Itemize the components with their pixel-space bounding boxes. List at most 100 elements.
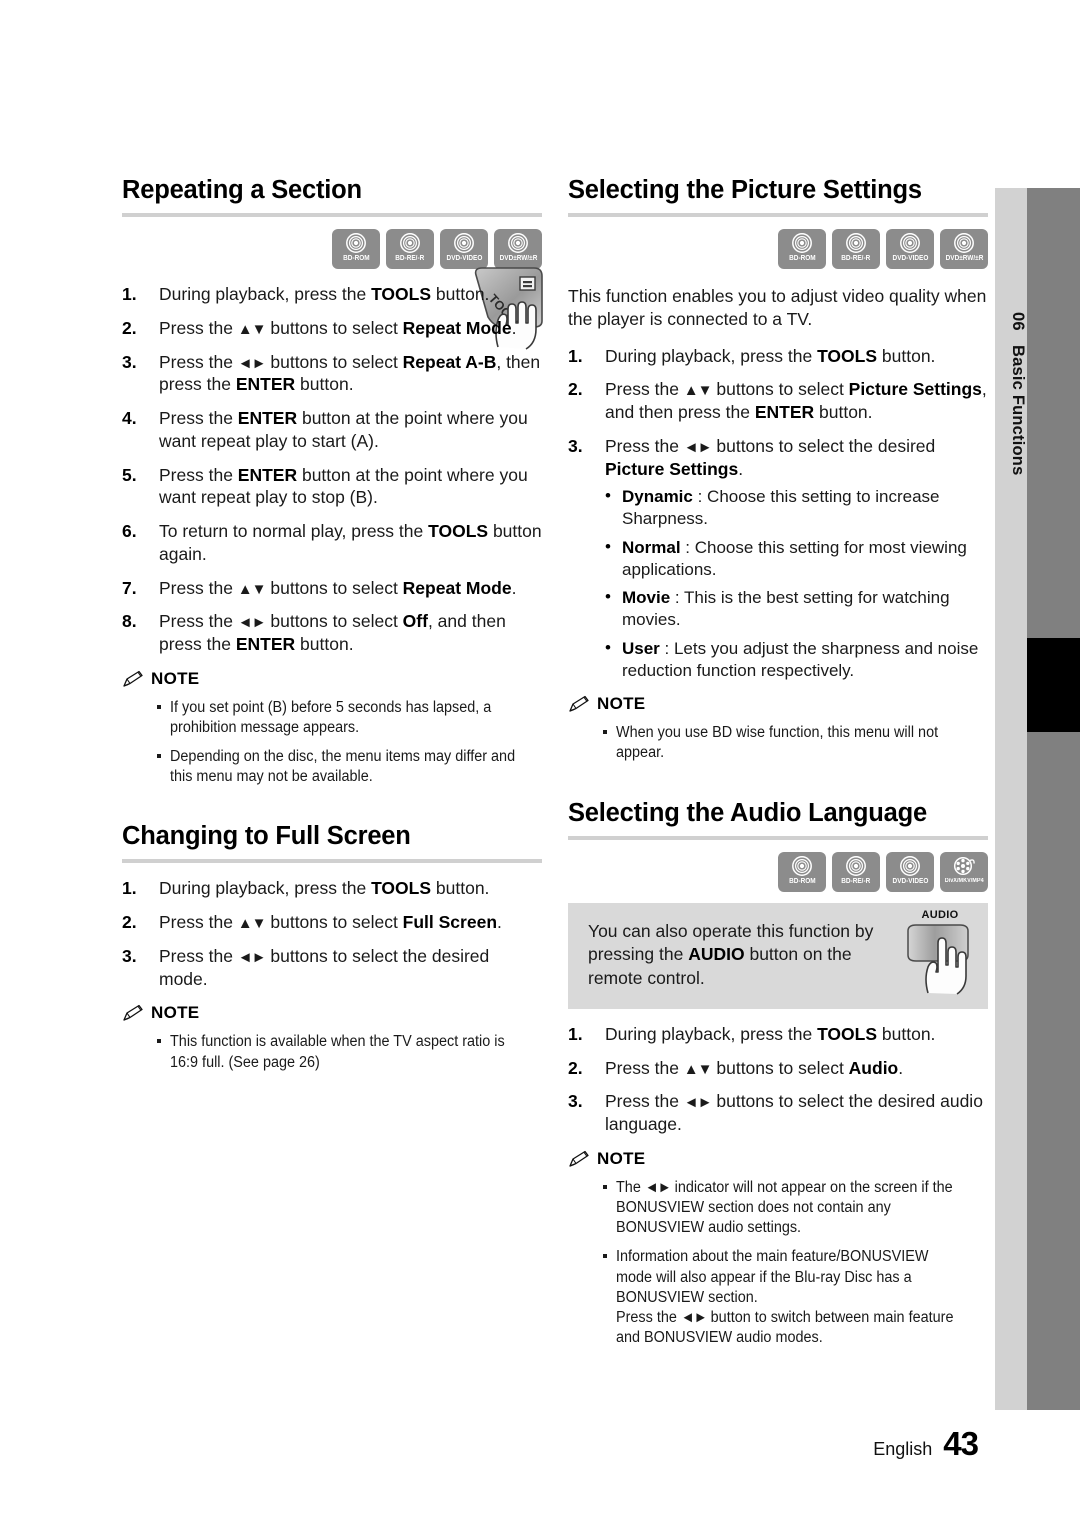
step-text: Press the ▲▼ buttons to select Full Scre… (159, 912, 502, 933)
notes-full-screen: This function is available when the TV a… (122, 1032, 542, 1072)
steps-audio-language: 1. During playback, press the TOOLS butto… (568, 1023, 988, 1136)
disc-badge: DVD-VIDEO (886, 229, 934, 270)
disc-icon (508, 233, 528, 253)
step-number: 3. (122, 945, 137, 966)
chapter-tab-dark-bar (1027, 188, 1080, 1410)
step-item: 1. During playback, press the TOOLS butto… (568, 1023, 988, 1046)
disc-badge: DVD-VIDEO (440, 229, 488, 270)
step-number: 8. (122, 611, 137, 632)
step-text: To return to normal play, press the TOOL… (159, 521, 542, 564)
disc-badge-label: DVD-VIDEO (892, 877, 928, 885)
disc-badge: DivX/MKV/MP4 (940, 851, 988, 892)
disc-badge: BD-ROM (778, 851, 826, 892)
note-label: NOTE (597, 1148, 646, 1168)
note-item: When you use BD wise function, this menu… (568, 723, 988, 763)
disc-badge: DVD±RW/±R (940, 229, 988, 270)
step-text: Press the ENTER button at the point wher… (159, 464, 528, 508)
step-text: During playback, press the TOOLS button. (605, 1023, 936, 1044)
audio-button-label: AUDIO (921, 908, 959, 921)
title-rule (122, 859, 542, 864)
disc-badge-row-audio: BD-ROM BD-RE/-R DVD-VIDEO DivX/MKV/MP4 (568, 851, 988, 892)
disc-icon (346, 233, 366, 253)
disc-badge-label: DVD-VIDEO (892, 255, 928, 263)
step-item: 1. During playback, press the TOOLS butto… (122, 283, 542, 306)
steps-repeating: 1. During playback, press the TOOLS butto… (122, 283, 542, 656)
pencil-icon (123, 670, 143, 687)
disc-icon (846, 233, 866, 253)
step-number: 6. (122, 521, 137, 542)
step-item: 2. Press the ▲▼ buttons to select Audio. (568, 1057, 988, 1080)
step-item: 5. Press the ENTER button at the point wh… (122, 464, 542, 510)
chapter-tab-marker (1027, 638, 1080, 732)
disc-badge-label: BD-RE/-R (841, 877, 871, 885)
step-number: 1. (568, 1023, 583, 1044)
disc-badge: BD-ROM (332, 229, 380, 270)
step-text: Press the ◄► buttons to select Off, and … (159, 611, 506, 655)
notes-picture-settings: When you use BD wise function, this menu… (568, 723, 988, 763)
step-item: 6. To return to normal play, press the TO… (122, 520, 542, 566)
step-text: Press the ◄► buttons to select the desir… (159, 945, 490, 989)
disc-badge: BD-RE/-R (386, 229, 434, 270)
option-list: Dynamic : Choose this setting to increas… (605, 485, 988, 682)
step-item: 2. Press the ▲▼ buttons to select Picture… (568, 378, 988, 424)
note-header-repeating: NOTE (122, 669, 542, 689)
note-item: If you set point (B) before 5 seconds ha… (122, 698, 542, 738)
film-reel-icon (953, 856, 975, 875)
step-text: Press the ◄► buttons to select the desir… (605, 435, 936, 479)
steps-picture-settings: 1. During playback, press the TOOLS butto… (568, 345, 988, 682)
disc-icon (792, 233, 812, 253)
disc-badge-label: BD-RE/-R (841, 255, 871, 263)
pencil-icon (569, 1150, 589, 1167)
note-item: This function is available when the TV a… (122, 1032, 542, 1072)
step-item: 3. Press the ◄► buttons to select the des… (122, 945, 542, 991)
step-item: 1. During playback, press the TOOLS butto… (568, 345, 988, 368)
disc-badge-label: DVD±RW/±R (945, 255, 983, 263)
step-text: Press the ▲▼ buttons to select Repeat Mo… (159, 317, 517, 338)
step-number: 1. (568, 345, 583, 366)
page-number: 43 (943, 1425, 979, 1462)
step-number: 4. (122, 408, 137, 429)
disc-icon (954, 233, 974, 253)
section-title-full-screen: Changing to Full Screen (122, 822, 411, 851)
disc-icon (846, 855, 866, 876)
language-label: English (873, 1439, 933, 1459)
right-column: Selecting the Picture Settings BD-ROM BD-… (568, 176, 988, 1357)
note-label: NOTE (597, 694, 646, 714)
note-item: The ◄► indicator will not appear on the … (568, 1178, 988, 1238)
step-item: 4. Press the ENTER button at the point wh… (122, 407, 542, 453)
pencil-icon (123, 1005, 143, 1022)
step-text: During playback, press the TOOLS button. (159, 878, 490, 899)
disc-badge: BD-ROM (778, 229, 826, 270)
chapter-tab-text: 06 Basic Functions (995, 188, 1027, 588)
disc-icon (454, 233, 474, 253)
option-item: Normal : Choose this setting for most vi… (605, 536, 988, 581)
disc-badge: DVD±RW/±R (494, 229, 542, 270)
steps-full-screen: 1. During playback, press the TOOLS butto… (122, 877, 542, 990)
step-number: 7. (122, 577, 137, 598)
step-text: Press the ◄► buttons to select Repeat A-… (159, 351, 541, 395)
step-text: During playback, press the TOOLS button. (605, 345, 936, 366)
step-item: 2. Press the ▲▼ buttons to select Full Sc… (122, 911, 542, 934)
option-item: User : Lets you adjust the sharpness and… (605, 637, 988, 682)
note-header-picture-settings: NOTE (568, 694, 988, 714)
note-label: NOTE (151, 1003, 200, 1023)
manual-page: 06 Basic Functions Repeating a Section B… (0, 0, 1080, 1514)
note-header-audio-language: NOTE (568, 1149, 988, 1169)
step-number: 2. (568, 1057, 583, 1078)
step-item: 2. Press the ▲▼ buttons to select Repeat … (122, 317, 542, 340)
disc-badge-label: DVD±RW/±R (499, 255, 537, 263)
disc-badge: DVD-VIDEO (886, 851, 934, 892)
step-number: 2. (122, 912, 137, 933)
note-bullet (603, 1254, 607, 1259)
title-rule (568, 835, 988, 840)
step-number: 3. (122, 351, 137, 372)
option-item: Dynamic : Choose this setting to increas… (605, 485, 988, 530)
step-text: Press the ◄► buttons to select the desir… (605, 1091, 983, 1135)
step-text: Press the ▲▼ buttons to select Picture S… (605, 379, 987, 423)
note-header-full-screen: NOTE (122, 1003, 542, 1023)
step-text: During playback, press the TOOLS button. (159, 284, 490, 305)
left-column: Repeating a Section BD-ROM BD-RE/-R DVD-VI… (122, 176, 543, 1082)
notes-audio-language: The ◄► indicator will not appear on the … (568, 1178, 988, 1348)
chapter-title: Basic Functions (1009, 345, 1027, 476)
disc-badge-row-picture: BD-ROM BD-RE/-R DVD-VIDEO DVD±RW/±R (568, 229, 988, 270)
